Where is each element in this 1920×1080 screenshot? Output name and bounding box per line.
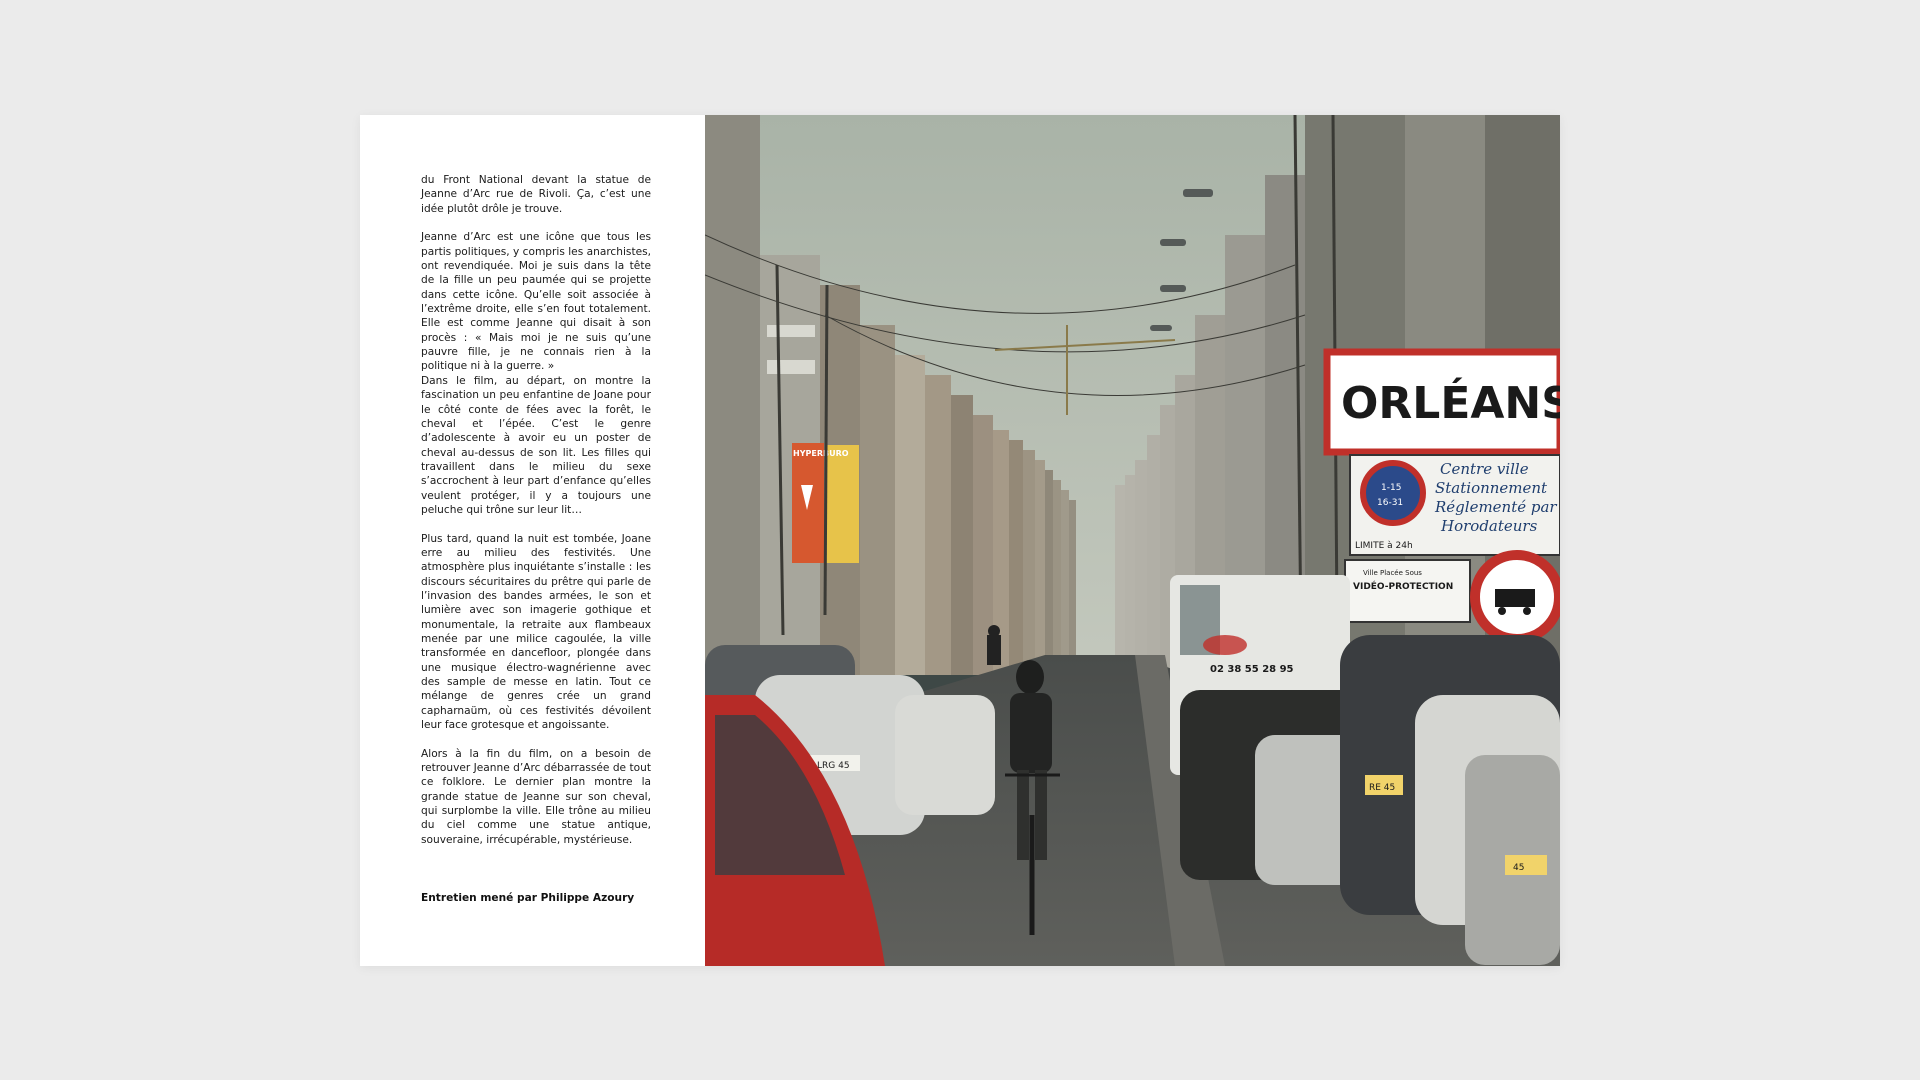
plate-far-right: 45 xyxy=(1513,863,1524,873)
paragraph-4: Plus tard, quand la nuit est tombée, Joa… xyxy=(421,532,651,732)
book-spread: du Front National devant la statue de Je… xyxy=(360,115,1560,966)
video-sign: Ville Placée Sous VIDÉO-PROTECTION xyxy=(1344,559,1471,623)
plate-left: LRG 45 xyxy=(817,761,850,771)
town-sign-label: ORLÉANS xyxy=(1341,376,1560,429)
paragraph-1: du Front National devant la statue de Je… xyxy=(421,174,651,215)
parking-sign: 1-15 16-31 LIMITE à 24h Centre ville Sta… xyxy=(1349,454,1560,556)
town-sign: ORLÉANS xyxy=(1323,348,1560,456)
plate-right: RE 45 xyxy=(1369,783,1395,793)
parking-line-3: Réglementé par xyxy=(1434,498,1557,516)
paragraph-5: Alors à la fin du film, on a besoin de r… xyxy=(421,747,651,846)
street-photo: HYPERBURO ORLÉANS 1-15 16-31 LIMITE à 24… xyxy=(705,115,1560,966)
street-photo-illustration: HYPERBURO ORLÉANS 1-15 16-31 LIMITE à 24… xyxy=(705,115,1560,966)
video-sign-top: Ville Placée Sous xyxy=(1363,569,1422,577)
parking-limit: LIMITE à 24h xyxy=(1355,541,1413,551)
parking-sign-hours: 1-15 xyxy=(1381,483,1401,493)
paragraph-3: Dans le film, au départ, on montre la fa… xyxy=(421,374,651,516)
paragraph-2: Jeanne d’Arc est une icône que tous les … xyxy=(421,231,651,373)
parking-line-4: Horodateurs xyxy=(1440,517,1538,535)
video-sign-label: VIDÉO-PROTECTION xyxy=(1353,580,1453,592)
text-page: du Front National devant la statue de Je… xyxy=(360,115,705,966)
article-text: du Front National devant la statue de Je… xyxy=(421,173,651,862)
motorcyclist xyxy=(987,625,1001,665)
parking-line-1: Centre ville xyxy=(1440,460,1529,478)
parking-sign-hours-2: 16-31 xyxy=(1377,498,1403,508)
interview-credit: Entretien mené par Philippe Azoury xyxy=(421,892,635,904)
parking-line-2: Stationnement xyxy=(1435,479,1548,497)
van-phone: 02 38 55 28 95 xyxy=(1210,664,1294,675)
store-sign-label: HYPERBURO xyxy=(793,449,849,458)
no-trucks-sign xyxy=(1470,550,1560,644)
